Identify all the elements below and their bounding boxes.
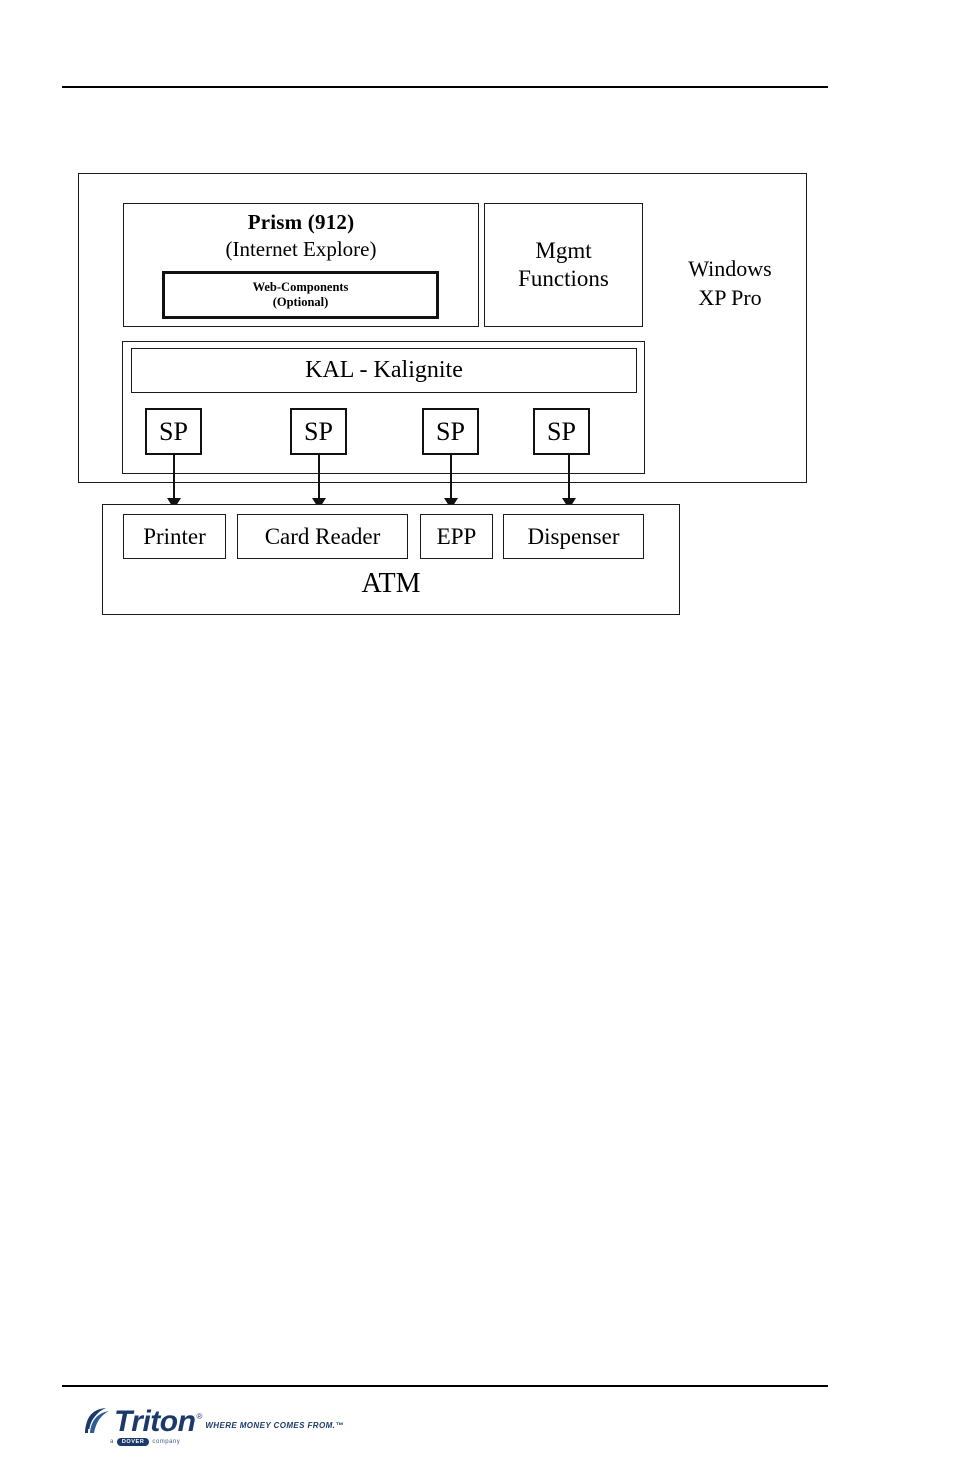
web-components-label: Web-Components — [252, 280, 349, 294]
atm-label: ATM — [361, 567, 421, 599]
prism-title: Prism (912) — [247, 210, 355, 234]
service-provider-box-4: SP — [533, 408, 590, 455]
service-provider-box-1: SP — [145, 408, 202, 455]
dover-sub-prefix: a — [110, 1439, 114, 1445]
windows-platform-label-line2: XP Pro — [698, 284, 762, 310]
atm-device-epp: EPP — [420, 514, 493, 559]
kal-kalignite-box: KAL - Kalignite — [131, 348, 637, 393]
service-provider-box-3: SP — [422, 408, 479, 455]
windows-platform-label: Windows XP Pro — [660, 255, 800, 312]
atm-device-printer: Printer — [123, 514, 226, 559]
triton-wordmark-group: Triton ® WHERE MONEY COMES FROM.™ — [114, 1407, 344, 1437]
atm-device-label: Printer — [143, 523, 206, 549]
connector-arrow-line-3 — [450, 455, 452, 501]
dover-sub-suffix: company — [152, 1439, 181, 1445]
atm-device-label: Dispenser — [527, 523, 620, 549]
service-provider-label: SP — [547, 416, 576, 446]
triton-logo: Triton ® WHERE MONEY COMES FROM.™ — [84, 1407, 344, 1437]
service-provider-label: SP — [159, 416, 188, 446]
dover-badge: DOVER — [116, 1438, 150, 1446]
footer-rule — [62, 1385, 828, 1387]
mgmt-functions-label-line2: Functions — [518, 266, 609, 291]
header-rule — [62, 86, 828, 88]
atm-device-label: Card Reader — [264, 523, 381, 549]
mgmt-functions-box: Mgmt Functions — [484, 203, 643, 327]
service-provider-label: SP — [304, 416, 333, 446]
atm-device-label: EPP — [436, 523, 477, 549]
atm-device-card-reader: Card Reader — [237, 514, 408, 559]
connector-arrow-line-4 — [568, 455, 570, 501]
service-provider-box-2: SP — [290, 408, 347, 455]
service-provider-label: SP — [436, 416, 465, 446]
web-components-box: Web-Components (Optional) — [162, 271, 439, 319]
kal-kalignite-label: KAL - Kalignite — [305, 357, 463, 384]
triton-tagline: WHERE MONEY COMES FROM.™ — [205, 1421, 344, 1430]
triton-dover-subline: a DOVER company — [110, 1438, 180, 1446]
prism-application-box: Prism (912) (Internet Explore) Web-Compo… — [123, 203, 479, 327]
web-components-optional-label: (Optional) — [272, 295, 329, 309]
mgmt-functions-label-line1: Mgmt — [535, 237, 592, 263]
connector-arrow-line-2 — [318, 455, 320, 501]
atm-device-dispenser: Dispenser — [503, 514, 644, 559]
registered-trademark-mark: ® — [196, 1412, 203, 1421]
connector-arrow-line-1 — [173, 455, 175, 501]
windows-platform-label-line1: Windows — [688, 256, 772, 281]
prism-subtitle: (Internet Explore) — [225, 236, 377, 261]
triton-wordmark: Triton — [114, 1405, 196, 1438]
triton-shell-icon — [85, 1408, 109, 1433]
